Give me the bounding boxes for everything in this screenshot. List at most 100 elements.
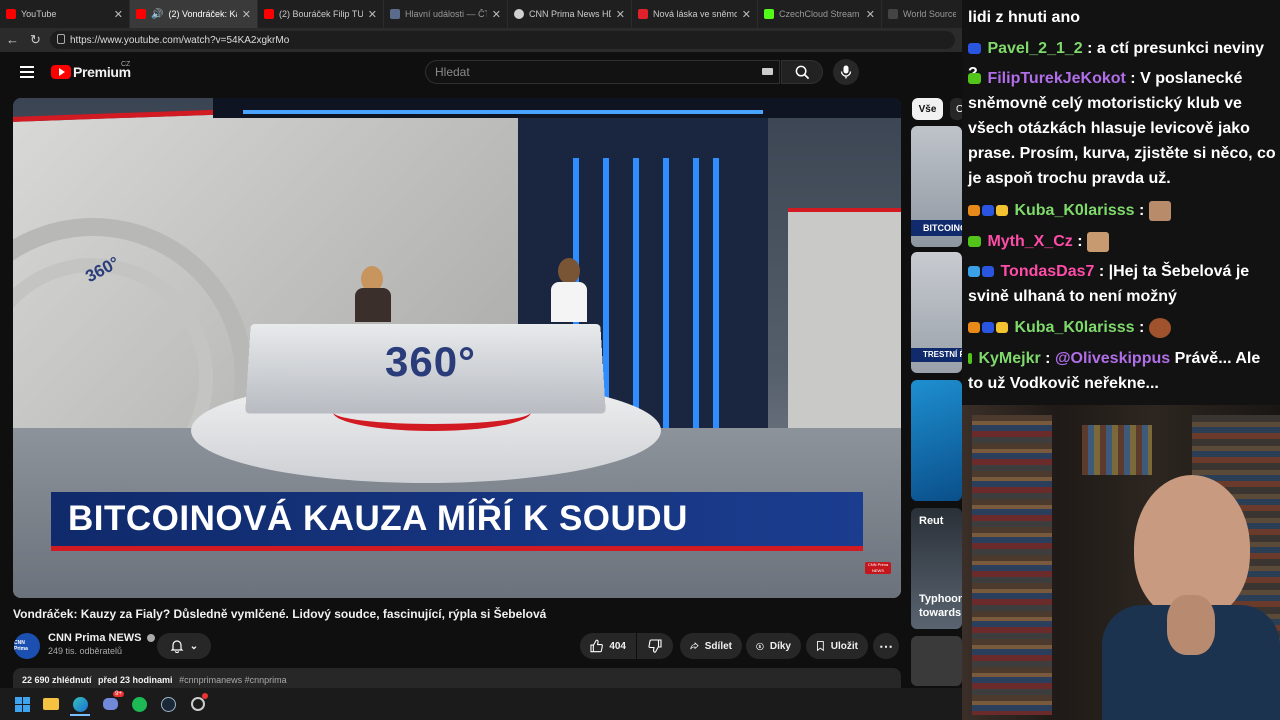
green-badge-icon [968, 236, 981, 247]
face-emote-icon [1087, 232, 1109, 252]
chat-message: TondasDas7 : |Hej ta Šebelová je svině u… [968, 259, 1276, 309]
close-icon[interactable]: ✕ [114, 8, 123, 21]
keyboard-icon[interactable] [762, 68, 773, 75]
chat-message: Kuba_K0larisss : [968, 198, 1276, 223]
globe-icon [514, 9, 524, 19]
green-badge-icon [968, 353, 972, 364]
file-explorer-icon[interactable] [41, 694, 61, 714]
diamond-badge-icon [982, 266, 994, 277]
close-icon[interactable]: ✕ [742, 8, 751, 21]
video-player[interactable]: 360° 360° BITCOINOVÁ KAUZA MÍŘÍ K SOUDU … [13, 98, 901, 598]
studio-logo: 360° [385, 338, 476, 386]
subscription-bell-button[interactable]: ⌄ [157, 633, 211, 659]
thanks-icon: $ [756, 640, 764, 653]
chevron-down-icon: ⌄ [190, 641, 198, 652]
recommended-thumbnail[interactable]: TRESTNÍ ŘÍ [911, 252, 962, 373]
steam-icon[interactable] [158, 694, 178, 714]
close-icon[interactable]: ✕ [866, 8, 875, 21]
verified-icon [147, 634, 155, 642]
discord-icon[interactable]: 9+ [100, 694, 120, 714]
tab-youtube[interactable]: YouTube ✕ [0, 0, 130, 28]
streamer-webcam [962, 405, 1280, 720]
channel-avatar[interactable]: CNN Prima [14, 633, 40, 659]
close-icon[interactable]: ✕ [492, 8, 501, 21]
chat-message: Myth_X_Cz : [968, 229, 1276, 254]
tab-czechcloud[interactable]: CzechCloud Stream - We ✕ [758, 0, 882, 28]
browser-tab-bar: YouTube ✕ 🔊 (2) Vondráček: Kauzy ✕ (2) B… [0, 0, 962, 28]
video-title: Vondráček: Kauzy za Fialy? Důsledně vyml… [13, 607, 893, 621]
gift-badge-icon [968, 322, 980, 333]
microphone-icon [840, 65, 852, 79]
chat-message: lidi z hnuti ano [968, 5, 1276, 30]
bookmark-icon [816, 639, 825, 653]
menu-icon[interactable] [20, 66, 34, 78]
tab-world-source[interactable]: World Source Ne [882, 0, 962, 28]
cube-badge-icon [968, 266, 980, 277]
svg-text:$: $ [759, 644, 762, 649]
discord-notification-badge: 9+ [113, 691, 124, 697]
thanks-button[interactable]: $ Díky [746, 633, 801, 659]
recommended-thumbnail[interactable]: BITCOINOVÁ [911, 126, 962, 247]
x-icon [888, 9, 898, 19]
tab-bouracek[interactable]: (2) Bouráček Filip TUREK ✕ [258, 0, 384, 28]
youtube-icon [264, 9, 274, 19]
region-code: CZ [121, 61, 130, 68]
diamond-badge-icon [982, 322, 994, 333]
share-icon [690, 640, 699, 652]
crown-badge-icon [996, 205, 1008, 216]
crown-badge-icon [996, 322, 1008, 333]
recommended-thumbnail[interactable] [911, 636, 962, 686]
edge-browser-icon[interactable] [70, 694, 90, 716]
reload-icon[interactable]: ↻ [30, 32, 41, 48]
thumbs-up-icon [590, 639, 603, 653]
voice-search-button[interactable] [833, 59, 859, 85]
description-meta: 22 690 zhlédnutí před 23 hodinami #cnnpr… [22, 675, 287, 685]
bell-icon [170, 639, 184, 653]
face-emote-icon [1149, 318, 1171, 338]
back-icon[interactable]: ← [6, 32, 19, 47]
tab-ct24[interactable]: Hlavní události — ČT24 ✕ [384, 0, 508, 28]
address-bar[interactable]: https://www.youtube.com/watch?v=54KA2xgk… [50, 31, 955, 49]
channel-name[interactable]: CNN Prima NEWS [48, 632, 155, 644]
save-button[interactable]: Uložit [806, 633, 868, 659]
youtube-logo-icon[interactable] [51, 65, 71, 79]
tab-vondracek[interactable]: 🔊 (2) Vondráček: Kauzy ✕ [130, 0, 258, 28]
search-input[interactable]: Hledat [425, 60, 780, 84]
page-icon [390, 9, 400, 19]
more-actions-icon[interactable]: ⋯ [873, 633, 899, 659]
b-icon [638, 9, 648, 19]
chat-message: Kuba_K0larisss : [968, 315, 1276, 340]
chat-message: FilipTurekJeKokot : V poslanecké sněmovn… [968, 66, 1276, 191]
close-icon[interactable]: ✕ [616, 8, 625, 21]
youtube-icon [6, 9, 16, 19]
channel-watermark: CNN Prima NEWS [865, 562, 891, 574]
site-info-icon[interactable] [57, 34, 65, 44]
windows-start-icon[interactable] [12, 694, 32, 714]
search-icon [795, 65, 810, 80]
tab-cnn-prima[interactable]: CNN Prima News HD Sle ✕ [508, 0, 632, 28]
share-button[interactable]: Sdílet [680, 633, 742, 659]
filter-chip-all[interactable]: Vše [912, 98, 943, 120]
news-headline: BITCOINOVÁ KAUZA MÍŘÍ K SOUDU [68, 499, 688, 539]
search-button[interactable] [781, 60, 823, 84]
dislike-button[interactable] [637, 633, 673, 659]
green-badge-icon [968, 73, 981, 84]
recommended-thumbnail[interactable] [911, 380, 962, 501]
thumbs-down-icon [648, 639, 662, 653]
app-icon[interactable] [188, 694, 208, 714]
chat-message: KyMejkr : @Oliveskippus Právě... Ale to … [968, 346, 1276, 396]
recommended-thumbnail[interactable]: Reut Typhoon towards [911, 508, 962, 629]
diamond-badge-icon [968, 43, 981, 54]
spotify-icon[interactable] [129, 694, 149, 714]
close-icon[interactable]: ✕ [368, 8, 377, 21]
kick-icon [764, 9, 774, 19]
diamond-badge-icon [982, 205, 994, 216]
tab-nova-laska[interactable]: Nová láska ve sněmovní ✕ [632, 0, 758, 28]
like-button[interactable]: 404 [580, 633, 636, 659]
face-emote-icon [1149, 201, 1171, 221]
reuters-logo: Reut [919, 515, 943, 527]
speaker-icon[interactable]: 🔊 [151, 9, 163, 20]
gift-badge-icon [968, 205, 980, 216]
close-icon[interactable]: ✕ [242, 8, 251, 21]
subscriber-count: 249 tis. odběratelů [48, 646, 122, 656]
